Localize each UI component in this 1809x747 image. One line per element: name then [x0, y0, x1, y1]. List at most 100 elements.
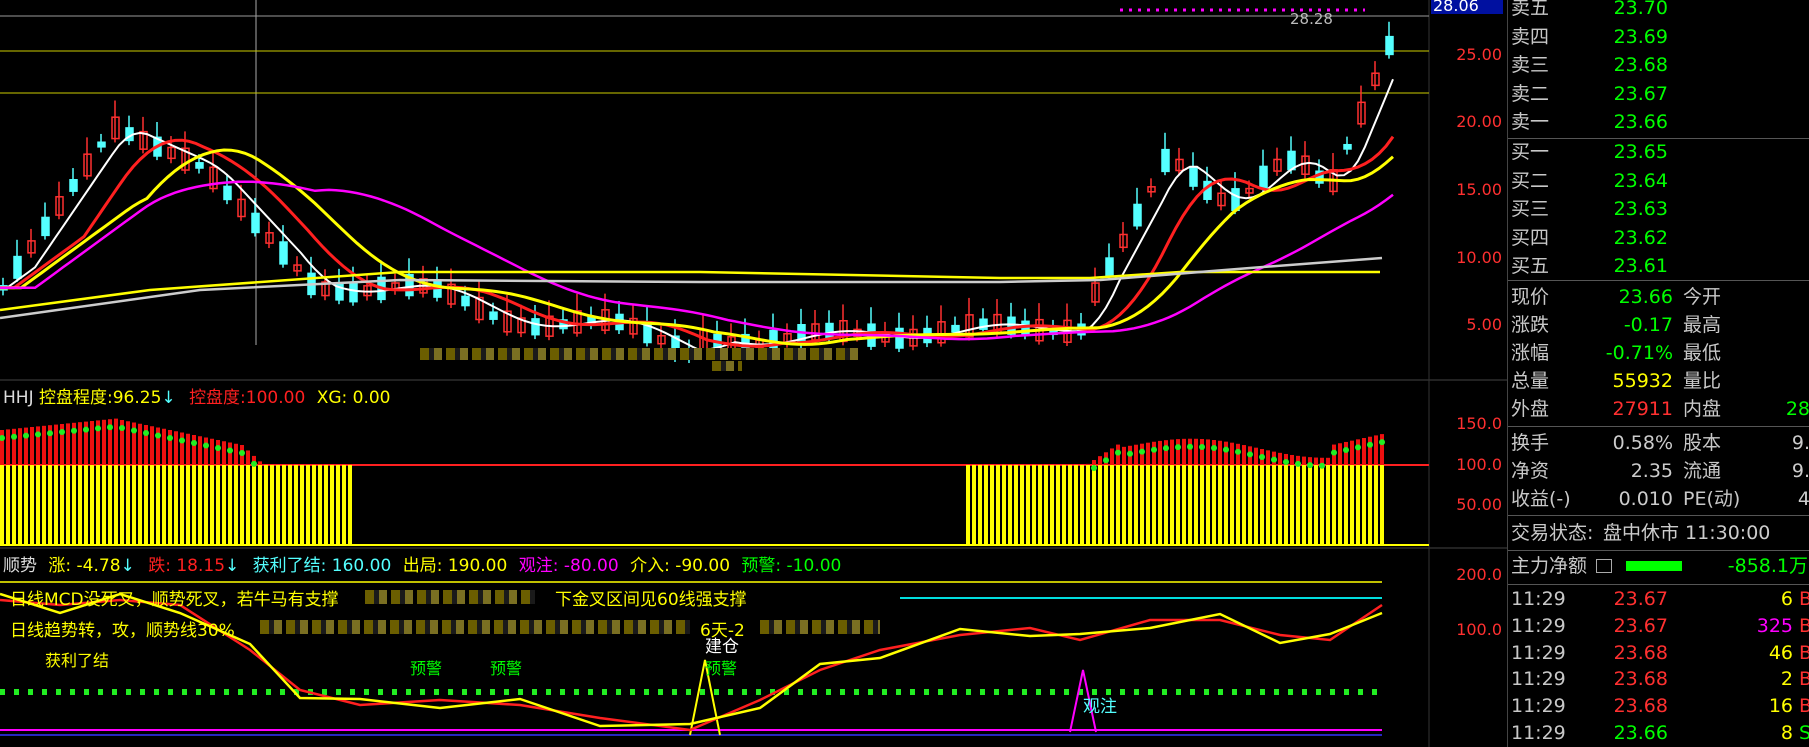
- trade-status: 交易状态: 盘中休市 11:30:00: [1508, 519, 1809, 547]
- quote-row-now: 现价 23.66 今开: [1508, 283, 1809, 311]
- tick-time: 11:29: [1511, 641, 1566, 664]
- price-axis-top-label: 28.06: [1431, 0, 1503, 15]
- buy-price: 23.65: [1613, 141, 1668, 163]
- tick-side: B: [1799, 641, 1809, 664]
- chg-value: -0.17: [1623, 314, 1673, 336]
- hhj-bar-series: [0, 418, 1385, 545]
- tick-price: 23.67: [1613, 588, 1668, 610]
- cap-label: 股本: [1683, 432, 1722, 454]
- tick-row[interactable]: 11:29 23.68 2 B: [1508, 665, 1809, 693]
- trend-rise-label: 涨:: [48, 556, 72, 576]
- eps-label: 收益(-): [1511, 488, 1571, 510]
- trend-warn: 预警: -10.00: [741, 556, 842, 576]
- tick-side: S: [1799, 722, 1809, 744]
- hhj-xg-value: 0.00: [352, 388, 391, 408]
- sell-row[interactable]: 卖五 23.70: [1508, 0, 1809, 22]
- buy-row[interactable]: 买四 23.62: [1508, 224, 1809, 252]
- pixelated-region: [760, 620, 880, 634]
- sell-label: 卖四: [1511, 25, 1550, 48]
- sell-row[interactable]: 卖二 23.67: [1508, 80, 1809, 108]
- buy-row[interactable]: 买二 23.64: [1508, 167, 1809, 195]
- sell-price: 23.68: [1613, 54, 1668, 76]
- vol-value: 55932: [1612, 370, 1673, 392]
- trend-fall-label: 跌:: [148, 556, 171, 576]
- buy-price: 23.64: [1613, 169, 1668, 192]
- in-label: 内盘: [1683, 398, 1722, 420]
- main-flow-row[interactable]: 主力净额 -858.1万: [1508, 552, 1809, 580]
- down-arrow-icon: ↓: [225, 556, 240, 576]
- tick-price: 23.66: [1613, 722, 1668, 744]
- main-flow-value: -858.1万: [1727, 555, 1808, 577]
- float-value: 9.: [1791, 460, 1809, 482]
- quote-row-turnover: 换手 0.58% 股本 9.: [1508, 429, 1809, 457]
- axis-tick-label: 15.00: [1456, 180, 1502, 199]
- out-label: 外盘: [1511, 398, 1550, 420]
- warn-marker-2: 预警: [490, 659, 523, 678]
- quote-row-eps: 收益(-) 0.010 PE(动) 4: [1508, 485, 1809, 513]
- main-flow-bar: [1626, 561, 1682, 571]
- buy-label: 买三: [1511, 198, 1550, 220]
- tick-volume: 2: [1780, 668, 1793, 691]
- quote-row-outer: 外盘 27911 内盘 28: [1508, 395, 1809, 423]
- sell-row[interactable]: 卖一 23.66: [1508, 108, 1809, 136]
- axis-tick-label: 100.0: [1456, 455, 1502, 474]
- out-value: 27911: [1612, 398, 1673, 420]
- pe-label: PE(动): [1683, 488, 1741, 510]
- low-label: 最低: [1683, 342, 1722, 364]
- tick-row[interactable]: 11:29 23.66 8 S: [1508, 719, 1809, 747]
- sell-price: 23.70: [1613, 0, 1668, 19]
- sell-label: 卖二: [1511, 82, 1550, 105]
- sell-row[interactable]: 卖三 23.68: [1508, 51, 1809, 79]
- tick-price: 23.67: [1613, 614, 1668, 637]
- sell-row[interactable]: 卖四 23.69: [1508, 23, 1809, 51]
- now-label: 现价: [1511, 286, 1550, 308]
- chg-label: 涨跌: [1511, 314, 1550, 336]
- axis-tick-label: 5.00: [1466, 315, 1502, 334]
- axis-tick-label: 25.00: [1456, 45, 1502, 64]
- float-label: 流通: [1683, 460, 1722, 482]
- buy-row[interactable]: 买三 23.63: [1508, 195, 1809, 223]
- axis-tick-label: 20.00: [1456, 112, 1502, 131]
- quote-row-na: 净资 2.35 流通 9.: [1508, 457, 1809, 485]
- tick-price: 23.68: [1613, 695, 1668, 718]
- trend-watch: 观注: -80.00: [518, 556, 619, 576]
- tick-volume: 325: [1756, 614, 1793, 637]
- hhj-xg-label: XG:: [316, 388, 348, 408]
- quote-row-pct: 涨幅 -0.71% 最低: [1508, 339, 1809, 367]
- vr-label: 量比: [1683, 370, 1722, 392]
- axis-tick-label: 100.0: [1456, 620, 1502, 639]
- quote-divider: [1508, 515, 1809, 516]
- buy-label: 买一: [1511, 141, 1550, 163]
- tick-row[interactable]: 11:29 23.68 46 B: [1508, 639, 1809, 667]
- quote-divider: [1508, 426, 1809, 427]
- buy-label: 买二: [1511, 169, 1550, 192]
- tick-row[interactable]: 11:29 23.68 16 B: [1508, 692, 1809, 720]
- axis-tick-label: 150.0: [1456, 414, 1502, 433]
- quote-row-vol: 总量 55932 量比: [1508, 367, 1809, 395]
- buy-price: 23.63: [1613, 198, 1668, 220]
- tick-side: B: [1799, 668, 1809, 691]
- sell-label: 卖三: [1511, 54, 1550, 76]
- trend-enter: 介入: -90.00: [630, 556, 731, 576]
- axis-tick-label: 10.00: [1456, 248, 1502, 267]
- down-arrow-icon: ↓: [120, 556, 135, 576]
- in-value: 28: [1785, 398, 1809, 420]
- hhj-name: HHJ: [3, 388, 34, 408]
- tick-row[interactable]: 11:29 23.67 6 B: [1508, 585, 1809, 613]
- build-marker: 建仓: [705, 637, 739, 657]
- main-flow-label: 主力净额: [1511, 555, 1588, 577]
- annotation-line2: 日线趋势转，攻，顺势线30%: [10, 621, 235, 641]
- buy-row[interactable]: 买五 23.61: [1508, 252, 1809, 280]
- trend-line-series: [0, 592, 1383, 732]
- tick-time: 11:29: [1511, 588, 1566, 610]
- warn-marker-3: 预警: [705, 659, 738, 678]
- turn-value: 0.58%: [1612, 432, 1673, 454]
- tick-row[interactable]: 11:29 23.67 325 B: [1508, 612, 1809, 640]
- trend-fall-value: 18.15: [176, 556, 226, 576]
- now-value: 23.66: [1618, 286, 1673, 308]
- list-icon[interactable]: [1596, 559, 1612, 573]
- buy-row[interactable]: 买一 23.65: [1508, 138, 1809, 166]
- hhj-degree-label: 控盘程度:: [39, 388, 113, 408]
- na-label: 净资: [1511, 460, 1550, 482]
- axis-tick-label: 50.00: [1456, 495, 1502, 514]
